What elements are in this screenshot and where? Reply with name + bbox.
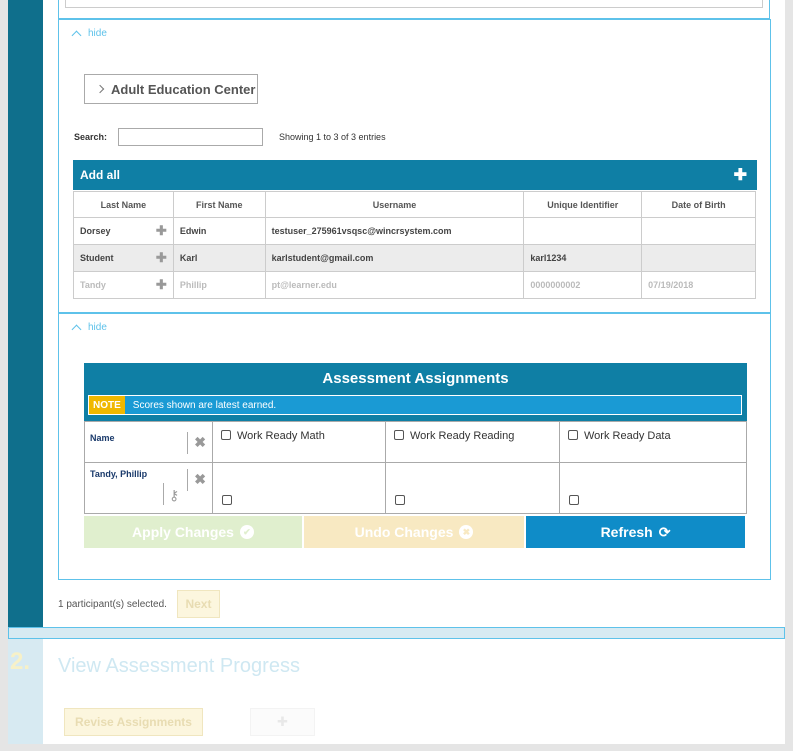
note-bar: NOTE Scores shown are latest earned. (88, 395, 742, 415)
participants-panel: hide Adult Education Center Search: Show… (58, 19, 771, 313)
hide-link[interactable]: hide (71, 28, 107, 40)
checkbox[interactable] (394, 430, 404, 440)
chevron-right-icon (95, 84, 105, 94)
entries-info: Showing 1 to 3 of 3 entries (279, 132, 386, 142)
note-text: Scores shown are latest earned. (132, 399, 277, 411)
add-all-button[interactable]: Add all ✚ (73, 160, 757, 190)
selected-count: 1 participant(s) selected. (58, 598, 167, 610)
add-icon[interactable]: ✚ (156, 250, 167, 266)
action-buttons: Apply Changes ✔ Undo Changes ✖ Refresh ⟳ (84, 516, 747, 548)
assessment-title: Assessment Assignments (322, 370, 509, 387)
checkbox[interactable] (221, 430, 231, 440)
check-circle-icon: ✔ (239, 525, 254, 539)
student-cell: Tandy, Phillip ⚷ ✖ (84, 462, 213, 514)
assessment-header-math[interactable]: Work Ready Math (212, 421, 386, 463)
assessment-header-reading[interactable]: Work Ready Reading (385, 421, 560, 463)
selection-footer: 1 participant(s) selected. Next (58, 590, 220, 618)
add-icon[interactable]: ✚ (156, 277, 167, 293)
search-row: Search: Showing 1 to 3 of 3 entries (74, 128, 386, 146)
table-row[interactable]: Tandy ✚ Phillip pt@learner.edu 0000000002… (73, 271, 756, 299)
step1-sidebar (8, 0, 43, 627)
org-button[interactable]: Adult Education Center (84, 74, 258, 104)
table-row[interactable]: Dorsey ✚ Edwin testuser_275961vsqsc@wincr… (73, 217, 756, 245)
previous-panel (58, 0, 770, 19)
search-label: Search: (74, 132, 108, 142)
apply-changes-button[interactable]: Apply Changes ✔ (84, 516, 302, 548)
step2-divider (8, 627, 785, 639)
step2-title: View Assessment Progress (58, 655, 300, 677)
checkbox-math[interactable] (222, 495, 232, 505)
chevron-up-icon (71, 324, 82, 334)
refresh-button[interactable]: Refresh ⟳ (526, 516, 745, 548)
col-last-name[interactable]: Last Name (73, 191, 174, 218)
plus-icon: ✚ (733, 167, 747, 184)
step2-number: 2. (10, 648, 31, 675)
assessment-header-data[interactable]: Work Ready Data (559, 421, 747, 463)
plus-icon: ✚ (277, 714, 288, 729)
faded-button[interactable]: ✚ (250, 708, 315, 736)
hide-link[interactable]: hide (71, 322, 107, 334)
search-input[interactable] (118, 128, 263, 146)
participants-table: Last Name First Name Username Unique Ide… (73, 191, 756, 299)
refresh-icon: ⟳ (658, 523, 671, 540)
key-icon[interactable]: ⚷ (169, 487, 179, 504)
checkbox[interactable] (568, 430, 578, 440)
step1-main: hide Adult Education Center Search: Show… (43, 0, 785, 627)
assessment-assignments: Assessment Assignments NOTE Scores shown… (84, 363, 747, 548)
assessment-panel: hide Assessment Assignments NOTE Scores … (58, 313, 771, 580)
table-row[interactable]: Student ✚ Karl karlstudent@gmail.com karl… (73, 244, 756, 272)
student-name: Tandy, Phillip (90, 469, 148, 479)
col-first-name[interactable]: First Name (172, 191, 266, 218)
checkbox-data[interactable] (569, 495, 579, 505)
col-unique-identifier[interactable]: Unique Identifier (523, 191, 643, 218)
remove-student-icon[interactable]: ✖ (194, 471, 206, 488)
checkbox-reading[interactable] (395, 495, 405, 505)
add-icon[interactable]: ✚ (156, 223, 167, 239)
next-button[interactable]: Next (176, 590, 220, 618)
note-badge: NOTE (89, 396, 125, 414)
clear-all-icon[interactable]: ✖ (194, 434, 206, 451)
chevron-up-icon (71, 30, 82, 40)
x-circle-icon: ✖ (459, 525, 474, 539)
step2-main: View Assessment Progress Revise Assignme… (43, 639, 785, 744)
undo-changes-button[interactable]: Undo Changes ✖ (304, 516, 524, 548)
revise-assignments-button[interactable]: Revise Assignments (64, 708, 203, 736)
col-date-of-birth[interactable]: Date of Birth (641, 191, 756, 218)
name-header: Name ✖ (84, 421, 213, 463)
col-username[interactable]: Username (264, 191, 525, 218)
assignment-table: Name ✖ Work Ready Math Work Ready Readin… (84, 421, 747, 514)
